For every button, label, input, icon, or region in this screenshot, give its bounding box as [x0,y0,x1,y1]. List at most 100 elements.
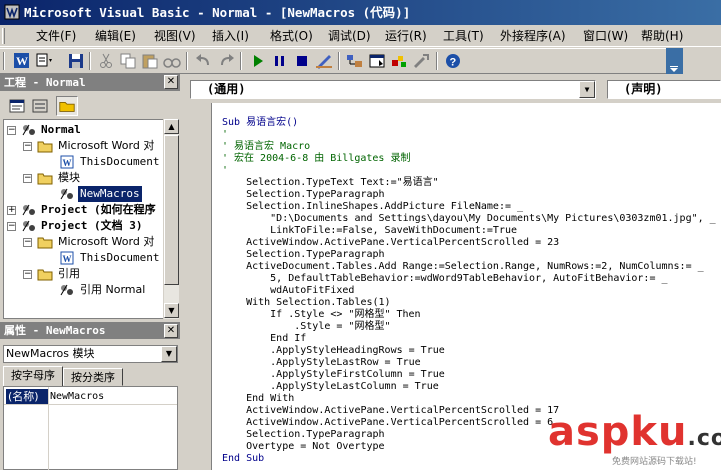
code-line[interactable]: .ApplyStyleLastRow = True [222,357,421,369]
cut-icon[interactable] [96,52,116,70]
menu-edit[interactable]: 编辑(E) [95,25,136,47]
collapse-icon[interactable]: − [23,142,32,151]
toolbar-grip[interactable] [3,52,5,70]
view-code-icon[interactable] [6,96,28,116]
tree-node-newmacros[interactable]: NewMacros [77,185,143,203]
properties-close-button[interactable]: ✕ [164,324,178,338]
insert-module-icon[interactable] [34,52,54,70]
project-explorer-icon[interactable] [345,52,365,70]
tree-node-project-doc3[interactable]: Project (文档 3) [41,218,142,234]
scroll-up-icon[interactable]: ▲ [164,119,179,134]
code-line[interactable]: ActiveWindow.ActivePane.VerticalPercentS… [222,417,553,429]
find-icon[interactable] [162,52,182,70]
reset-icon[interactable] [292,52,312,70]
toolbar-options-button[interactable] [666,48,683,74]
collapse-icon[interactable]: − [7,126,16,135]
collapse-icon[interactable]: − [23,270,32,279]
code-line[interactable]: Selection.TypeParagraph [222,249,384,261]
scroll-down-icon[interactable]: ▼ [164,303,179,318]
code-line[interactable]: Sub 易语言宏() [222,117,298,129]
code-line[interactable]: ' [222,165,228,177]
code-line[interactable]: ActiveWindow.ActivePane.VerticalPercentS… [222,237,559,249]
menu-run[interactable]: 运行(R) [385,25,427,47]
code-line[interactable]: If .Style <> "网格型" Then [222,309,420,321]
tree-node-project-howto[interactable]: Project (如何在程序 [41,202,156,218]
menu-tools[interactable]: 工具(T) [443,25,484,47]
code-line[interactable]: .ApplyStyleHeadingRows = True [222,345,445,357]
code-line[interactable]: Selection.InlineShapes.AddPicture FileNa… [222,201,523,213]
menu-addins[interactable]: 外接程序(A) [500,25,566,47]
menu-view[interactable]: 视图(V) [154,25,196,47]
code-line[interactable]: 5, DefaultTableBehavior:=wdWord9TableBeh… [222,273,667,285]
code-line[interactable]: ' 宏在 2004-6-8 由 Billgates 录制 [222,153,410,165]
word-view-icon[interactable]: W [12,52,32,70]
code-line[interactable]: ActiveDocument.Tables.Add Range:=Selecti… [222,261,704,273]
tree-node-modules[interactable]: 模块 [58,170,80,186]
tab-categorized[interactable]: 按分类序 [63,368,123,386]
undo-icon[interactable] [194,52,214,70]
view-object-icon[interactable] [29,96,51,116]
tree-node-word-objects-2[interactable]: Microsoft Word 对 [58,234,154,250]
margin-indicator-bar[interactable] [190,103,211,470]
project-close-button[interactable]: ✕ [164,75,178,89]
code-line[interactable]: ' 易语言宏 Macro [222,141,310,153]
help-icon[interactable]: ? [443,52,463,70]
tree-node-word-objects[interactable]: Microsoft Word 对 [58,138,154,154]
break-icon[interactable] [270,52,290,70]
tree-node-ref-normal[interactable]: 引用 Normal [80,282,145,298]
object-combo[interactable]: (通用) ▼ [190,80,596,99]
tree-node-thisdocument-2[interactable]: ThisDocument [80,250,159,266]
properties-title[interactable]: 属性 - NewMacros [0,322,180,339]
tree-node-normal[interactable]: Normal [41,122,81,138]
property-value[interactable]: NewMacros [50,389,104,404]
procedure-combo[interactable]: (声明) [607,80,721,99]
code-line[interactable]: .ApplyStyleLastColumn = True [222,381,439,393]
code-line[interactable]: "D:\Documents and Settings\dayou\My Docu… [222,213,716,225]
collapse-icon[interactable]: − [7,222,16,231]
object-select[interactable]: NewMacros 模块 ▼ [3,345,178,363]
title-bar[interactable]: Microsoft Visual Basic - Normal - [NewMa… [0,0,721,25]
menubar-grip[interactable] [2,28,5,44]
project-tree-scrollbar[interactable]: ▲ ▼ [163,119,179,319]
code-line[interactable]: Selection.TypeParagraph [222,429,384,441]
code-line[interactable]: End Sub [222,453,264,465]
code-line[interactable]: .ApplyStyleFirstColumn = True [222,369,445,381]
project-explorer-title[interactable]: 工程 - Normal [0,74,180,91]
paste-icon[interactable] [140,52,160,70]
collapse-icon[interactable]: − [23,238,32,247]
toggle-folders-icon[interactable] [56,96,78,116]
tree-node-thisdocument[interactable]: ThisDocument [80,154,159,170]
code-line[interactable]: ActiveWindow.ActivePane.VerticalPercentS… [222,405,559,417]
code-line[interactable]: wdAutoFitFixed [222,285,354,297]
code-line[interactable]: .Style = "网格型" [222,321,390,333]
expand-icon[interactable]: + [7,206,16,215]
tree-node-references[interactable]: 引用 [58,266,80,282]
property-row[interactable]: (名称) NewMacros [4,389,177,405]
properties-icon[interactable] [367,52,387,70]
code-line[interactable]: With Selection.Tables(1) [222,297,391,309]
code-line[interactable]: Selection.TypeText Text:="易语言" [222,177,439,189]
tab-alphabetic[interactable]: 按字母序 [3,366,63,387]
redo-icon[interactable] [216,52,236,70]
menu-file[interactable]: 文件(F) [36,25,76,47]
code-line[interactable]: Selection.TypeParagraph [222,189,384,201]
toolbox-icon[interactable] [411,52,431,70]
code-line[interactable]: ' [222,129,228,141]
run-icon[interactable] [248,52,268,70]
save-icon[interactable] [66,52,86,70]
menu-help[interactable]: 帮助(H) [641,25,683,47]
scroll-thumb[interactable] [164,135,179,285]
object-browser-icon[interactable] [389,52,409,70]
menu-format[interactable]: 格式(O) [270,25,313,47]
menu-debug[interactable]: 调试(D) [328,25,371,47]
chevron-down-icon[interactable]: ▼ [579,81,595,98]
chevron-down-icon[interactable]: ▼ [161,346,177,362]
code-line[interactable]: End If [222,333,306,345]
menu-window[interactable]: 窗口(W) [583,25,628,47]
code-line[interactable]: End With [222,393,294,405]
code-line[interactable]: Overtype = Not Overtype [222,441,384,453]
design-mode-icon[interactable] [314,52,334,70]
menu-insert[interactable]: 插入(I) [212,25,249,47]
collapse-icon[interactable]: − [23,174,32,183]
code-line[interactable]: LinkToFile:=False, SaveWithDocument:=Tru… [222,225,517,237]
